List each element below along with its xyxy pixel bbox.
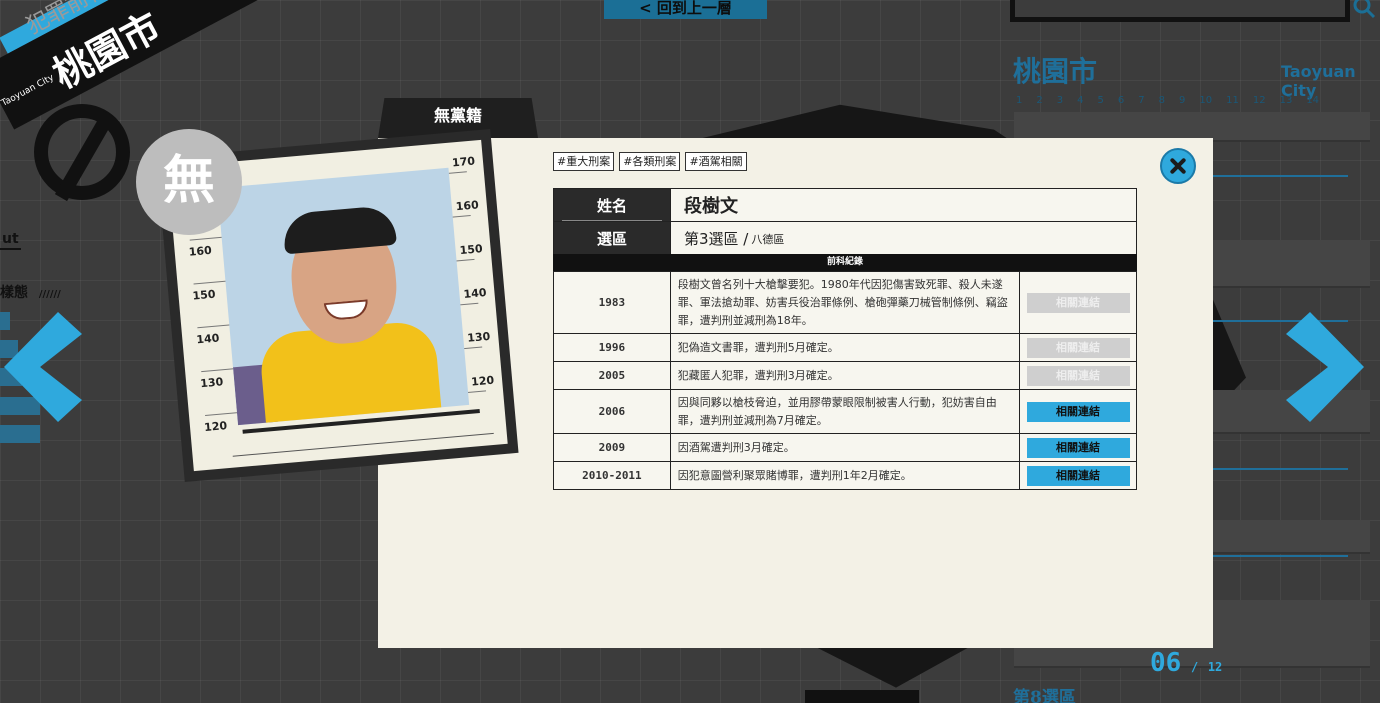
scale-label-right: 140 xyxy=(462,285,487,301)
scale-label-right: 120 xyxy=(470,373,495,389)
chevron-left-icon[interactable] xyxy=(0,312,82,422)
district-sub: 八德區 xyxy=(751,232,785,246)
search-icon[interactable] xyxy=(1352,0,1376,20)
table-row: 1996 犯偽造文書罪，遭判刑5月確定。 相關連結 xyxy=(553,333,1137,362)
status-label: 樣態 ////// xyxy=(0,285,61,301)
record-year: 1983 xyxy=(553,271,671,334)
pager-number[interactable]: 7 xyxy=(1138,95,1144,106)
candidate-name: 段樹文 xyxy=(671,189,1136,221)
pager-number[interactable]: 6 xyxy=(1118,95,1124,106)
district-row: 選區 第3選區 / 八德區 xyxy=(554,222,1136,255)
scale-label-left: 160 xyxy=(188,243,213,259)
panel-title: 桃園市 xyxy=(1013,55,1098,88)
party-badge: 無 xyxy=(136,129,242,235)
pager-number[interactable]: 10 xyxy=(1199,95,1212,106)
scale-label-right: 170 xyxy=(451,154,476,170)
name-label: 姓名 xyxy=(554,189,671,221)
table-row: 2009 因酒駕遭判刑3月確定。 相關連結 xyxy=(553,433,1137,462)
candidate-photo xyxy=(217,167,470,426)
record-year: 2005 xyxy=(553,361,671,390)
board-line xyxy=(232,432,494,457)
candidate-info-table: 姓名 段樹文 選區 第3選區 / 八德區 xyxy=(553,188,1137,256)
chevron-right-icon[interactable] xyxy=(1286,312,1368,422)
tag[interactable]: #重大刑案 xyxy=(553,152,615,171)
pager-number[interactable]: 5 xyxy=(1098,95,1104,106)
bottom-label-block xyxy=(805,690,919,703)
scale-label-right: 160 xyxy=(455,198,480,214)
page-current: 06 xyxy=(1150,648,1182,678)
no-entry-icon xyxy=(34,104,130,200)
record-desc: 段樹文曾名列十大槍擊要犯。1980年代因犯傷害致死罪、殺人未遂罪、軍法搶劫罪、妨… xyxy=(669,271,1021,334)
scale-label-left: 130 xyxy=(199,375,224,391)
scale-label-left: 150 xyxy=(192,287,217,303)
related-link-button[interactable]: 相關連結 xyxy=(1026,337,1130,358)
record-desc: 犯藏匿人犯罪，遭判刑3月確定。 xyxy=(669,361,1021,390)
tab-fragment[interactable]: ut xyxy=(0,230,21,250)
pager-number[interactable]: 3 xyxy=(1057,95,1063,106)
district-value: 第3選區 / 八德區 xyxy=(671,222,1136,255)
scale-label-right: 130 xyxy=(466,329,491,345)
record-year: 2010-2011 xyxy=(553,461,671,490)
related-link-button[interactable]: 相關連結 xyxy=(1026,292,1130,313)
district-pager: 1 2 3 4 5 6 7 8 9 10 11 12 13 14 xyxy=(1016,95,1319,106)
related-link-button[interactable]: 相關連結 xyxy=(1026,401,1130,422)
pager-number[interactable]: 1 xyxy=(1016,95,1022,106)
filter-chip[interactable] xyxy=(0,425,40,443)
page-indicator: 06 / 12 xyxy=(1150,648,1222,678)
close-icon[interactable] xyxy=(1160,148,1196,184)
pager-number[interactable]: 13 xyxy=(1280,95,1293,106)
record-desc: 因與同夥以槍枝脅迫，並用膠帶蒙眼限制被害人行動，犯妨害自由罪，遭判刑並減刑為7月… xyxy=(669,389,1021,434)
district-main: 第3選區 / xyxy=(684,230,749,248)
table-row: 1983 段樹文曾名列十大槍擊要犯。1980年代因犯傷害致死罪、殺人未遂罪、軍法… xyxy=(553,271,1137,334)
district-label: 選區 xyxy=(554,222,671,255)
record-desc: 因犯意圖營利聚眾賭博罪，遭判刑1年2月確定。 xyxy=(669,461,1021,490)
pager-number[interactable]: 9 xyxy=(1179,95,1185,106)
record-desc: 犯偽造文書罪，遭判刑5月確定。 xyxy=(669,333,1021,362)
scale-label-left: 120 xyxy=(203,419,228,435)
search-input[interactable] xyxy=(1010,0,1350,22)
pager-number[interactable]: 11 xyxy=(1226,95,1239,106)
name-row: 姓名 段樹文 xyxy=(554,189,1136,222)
pager-number[interactable]: 8 xyxy=(1159,95,1165,106)
tag-list: #重大刑案 #各類刑案 #酒駕相關 xyxy=(553,152,747,171)
back-label: 回到上一層 xyxy=(656,0,732,17)
record-year: 1996 xyxy=(553,333,671,362)
pager-number[interactable]: 14 xyxy=(1306,95,1319,106)
page-total: 12 xyxy=(1207,660,1223,674)
back-arrow-icon: < xyxy=(639,0,652,17)
record-desc: 因酒駕遭判刑3月確定。 xyxy=(669,433,1021,462)
pager-number[interactable]: 2 xyxy=(1036,95,1042,106)
records-header: 前科紀錄 xyxy=(553,254,1137,271)
scale-label-right: 150 xyxy=(459,242,484,258)
district-heading: 第8選區 xyxy=(1013,688,1076,703)
related-link-button[interactable]: 相關連結 xyxy=(1026,365,1130,386)
related-link-button[interactable]: 相關連結 xyxy=(1026,437,1130,458)
records-table: 1983 段樹文曾名列十大槍擊要犯。1980年代因犯傷害致死罪、殺人未遂罪、軍法… xyxy=(553,271,1137,490)
table-row: 2006 因與同夥以槍枝脅迫，並用膠帶蒙眼限制被害人行動，犯妨害自由罪，遭判刑並… xyxy=(553,389,1137,434)
tag[interactable]: #各類刑案 xyxy=(619,152,681,171)
record-year: 2009 xyxy=(553,433,671,462)
record-year: 2006 xyxy=(553,389,671,434)
back-button[interactable]: < 回到上一層 xyxy=(604,0,767,19)
table-row: 2005 犯藏匿人犯罪，遭判刑3月確定。 相關連結 xyxy=(553,361,1137,390)
scale-label-left: 140 xyxy=(195,331,220,347)
page-separator: / xyxy=(1190,660,1199,674)
pager-number[interactable]: 4 xyxy=(1077,95,1083,106)
table-row: 2010-2011 因犯意圖營利聚眾賭博罪，遭判刑1年2月確定。 相關連結 xyxy=(553,461,1137,490)
tag[interactable]: #酒駕相關 xyxy=(685,152,747,171)
related-link-button[interactable]: 相關連結 xyxy=(1026,465,1130,486)
pager-number[interactable]: 12 xyxy=(1253,95,1266,106)
